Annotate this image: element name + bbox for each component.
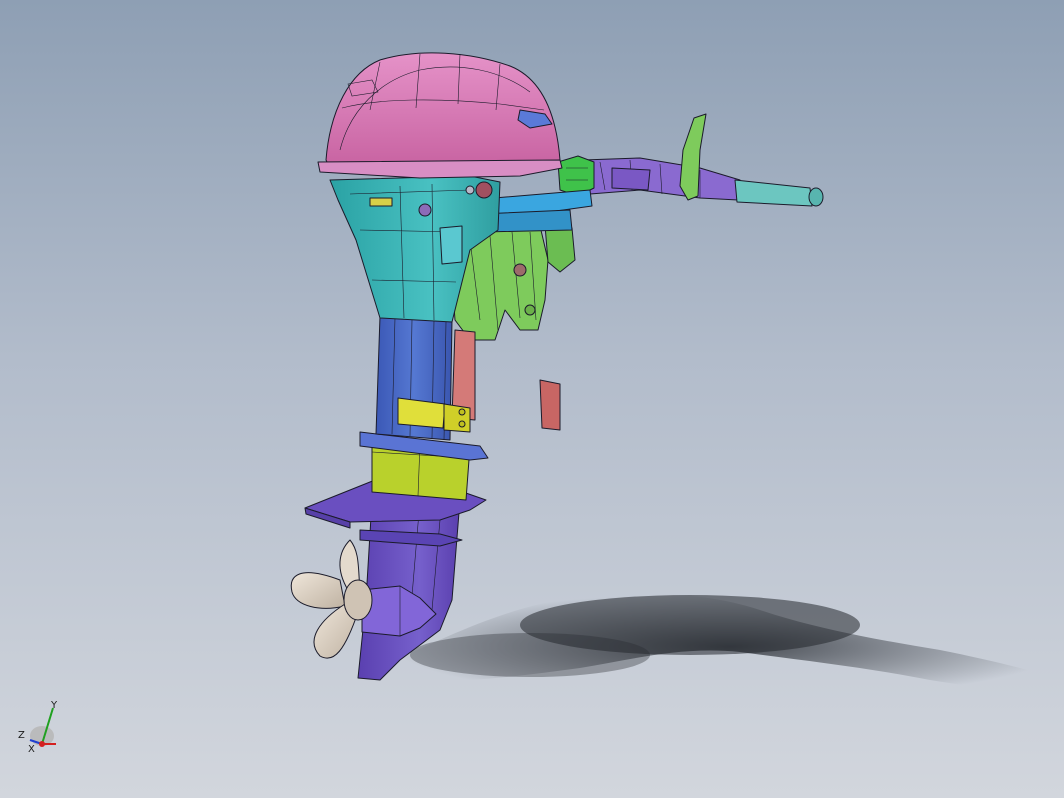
propeller[interactable] xyxy=(290,539,373,659)
tiller-grip[interactable] xyxy=(734,179,824,207)
engine-cowl[interactable] xyxy=(317,52,563,179)
coordinate-triad: X Y Z xyxy=(18,700,58,755)
triad-y-label: Y xyxy=(50,700,58,711)
3d-viewport[interactable]: X Y Z xyxy=(0,0,1064,798)
ground-shadow xyxy=(395,593,1064,700)
triad-x-label: X xyxy=(28,744,35,755)
tiller-handle[interactable] xyxy=(582,157,741,201)
triad-z-label: Z xyxy=(18,730,25,741)
midsection-collar[interactable] xyxy=(359,431,489,501)
